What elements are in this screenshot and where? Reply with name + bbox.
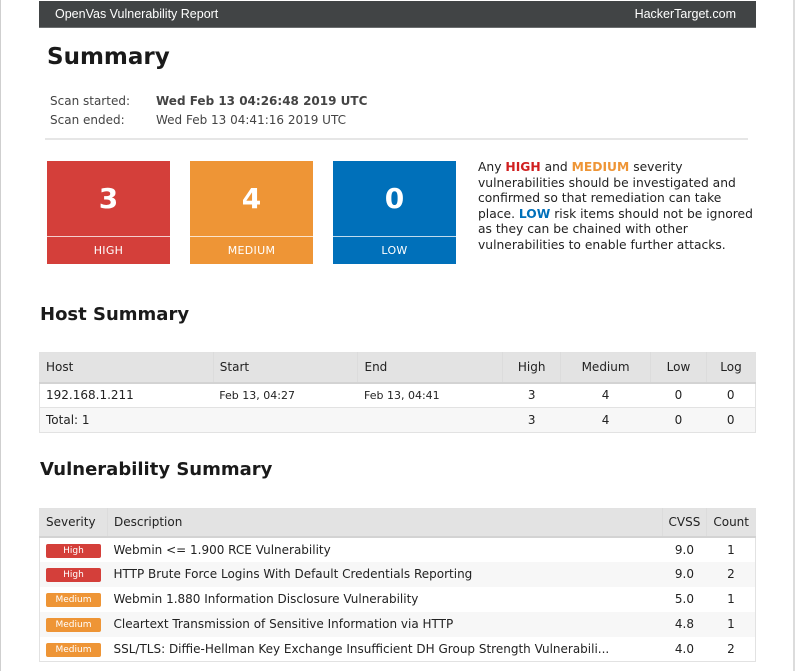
column-header-count[interactable]: Count [706,508,756,538]
vuln-cvss: 9.0 [674,542,694,557]
host-ip[interactable]: 192.168.1.211 [39,382,214,408]
vuln-count: 2 [727,641,735,656]
severity-badge-medium: Medium [46,642,101,657]
medium-label: MEDIUM [190,236,313,264]
medium-count: 4 [241,182,262,215]
severity-badge-medium: Medium [46,593,101,607]
total-low: 0 [650,407,707,433]
host-summary-table: Host Start End High Medium Low Log 192.1… [39,352,756,433]
low-count: 0 [384,182,405,215]
vuln-description[interactable]: Webmin 1.880 Information Disclosure Vuln… [107,587,662,612]
vuln-row[interactable]: High HTTP Brute Force Logins With Defaul… [39,561,756,587]
scan-started-label: Scan started: [50,93,130,108]
host-row[interactable]: 192.168.1.211 Feb 13, 04:27 Feb 13, 04:4… [39,382,756,408]
vuln-count: 1 [727,592,735,606]
vuln-cvss: 5.0 [674,592,694,606]
high-count: 3 [98,182,119,215]
total-log: 0 [706,407,756,433]
severity-advice: Any HIGH and MEDIUM severity vulnerabili… [478,160,753,253]
scan-times: Scan started: Wed Feb 13 04:26:48 2019 U… [50,91,367,130]
vulnerability-summary-table: Severity Description CVSS Count High Web… [39,508,756,662]
column-header-high[interactable]: High [502,352,562,384]
scan-ended-value: Wed Feb 13 04:41:16 2019 UTC [156,113,346,128]
column-header-log[interactable]: Log [706,352,756,384]
low-count-card: 0 LOW [333,161,456,264]
advice-medium: MEDIUM [571,160,630,174]
total-high: 3 [502,407,561,433]
column-header-end[interactable]: End [357,352,504,384]
column-header-severity[interactable]: Severity [39,508,108,538]
high-label: HIGH [47,236,170,264]
total-empty [357,407,503,433]
total-empty [213,407,358,433]
vuln-description[interactable]: HTTP Brute Force Logins With Default Cre… [107,561,663,587]
host-start: Feb 13, 04:27 [213,382,358,408]
vuln-description[interactable]: SSL/TLS: Diffie-Hellman Key Exchange Ins… [107,637,662,662]
host-medium-count: 4 [560,382,651,408]
scan-started-row: Scan started: Wed Feb 13 04:26:48 2019 U… [50,91,367,111]
low-label: LOW [333,236,456,264]
column-header-medium[interactable]: Medium [560,352,652,384]
host-end: Feb 13, 04:41 [357,382,503,408]
column-header-cvss[interactable]: CVSS [662,508,708,538]
vuln-description[interactable]: Cleartext Transmission of Sensitive Info… [107,611,663,637]
vuln-table-header: Severity Description CVSS Count [39,508,756,538]
vuln-count: 2 [706,561,756,587]
vuln-description[interactable]: Webmin <= 1.900 RCE Vulnerability [107,537,662,562]
column-header-low[interactable]: Low [650,352,707,384]
summary-divider [45,138,748,140]
report-title: OpenVas Vulnerability Report [55,7,219,21]
brand-link[interactable]: HackerTarget.com [635,7,736,21]
total-label: Total: 1 [39,407,214,433]
column-header-description[interactable]: Description [107,508,663,538]
host-low-count: 0 [650,382,707,408]
scan-ended-label: Scan ended: [50,113,125,128]
scan-started-value: Wed Feb 13 04:26:48 2019 UTC [156,93,368,108]
vuln-cvss: 4.8 [662,611,707,637]
vuln-row[interactable]: Medium Cleartext Transmission of Sensiti… [39,611,756,637]
advice-high: HIGH [505,160,541,174]
vuln-row[interactable]: Medium Webmin 1.880 Information Disclosu… [40,587,756,612]
column-header-start[interactable]: Start [213,352,359,384]
host-table-header: Host Start End High Medium Low Log [39,352,756,384]
severity-badge-high: High [46,568,101,582]
total-medium: 4 [560,407,651,433]
report-header-bar: OpenVas Vulnerability Report HackerTarge… [39,1,756,28]
advice-text: Any [478,160,506,174]
vuln-cvss: 4.0 [674,641,694,656]
column-header-host[interactable]: Host [39,352,214,384]
advice-text: and [540,160,572,174]
vuln-row[interactable]: High Webmin <= 1.900 RCE Vulnerability 9… [40,537,756,562]
host-summary-title: Host Summary [40,304,190,325]
vuln-cvss: 9.0 [662,561,707,587]
severity-badge-high: High [46,543,101,558]
medium-count-card: 4 MEDIUM [190,161,313,264]
scan-ended-row: Scan ended: Wed Feb 13 04:41:16 2019 UTC [50,111,367,131]
vuln-count: 1 [727,542,735,557]
high-count-card: 3 HIGH [47,161,170,264]
vuln-count: 1 [706,611,756,637]
vuln-row[interactable]: Medium SSL/TLS: Diffie-Hellman Key Excha… [40,637,756,662]
severity-badge-medium: Medium [46,618,101,632]
host-high-count: 3 [502,382,561,408]
host-log-count: 0 [706,382,756,408]
advice-low: LOW [518,206,551,221]
host-total-row: Total: 1 3 4 0 0 [39,407,756,433]
summary-title: Summary [47,44,170,70]
vulnerability-summary-title: Vulnerability Summary [40,459,273,480]
